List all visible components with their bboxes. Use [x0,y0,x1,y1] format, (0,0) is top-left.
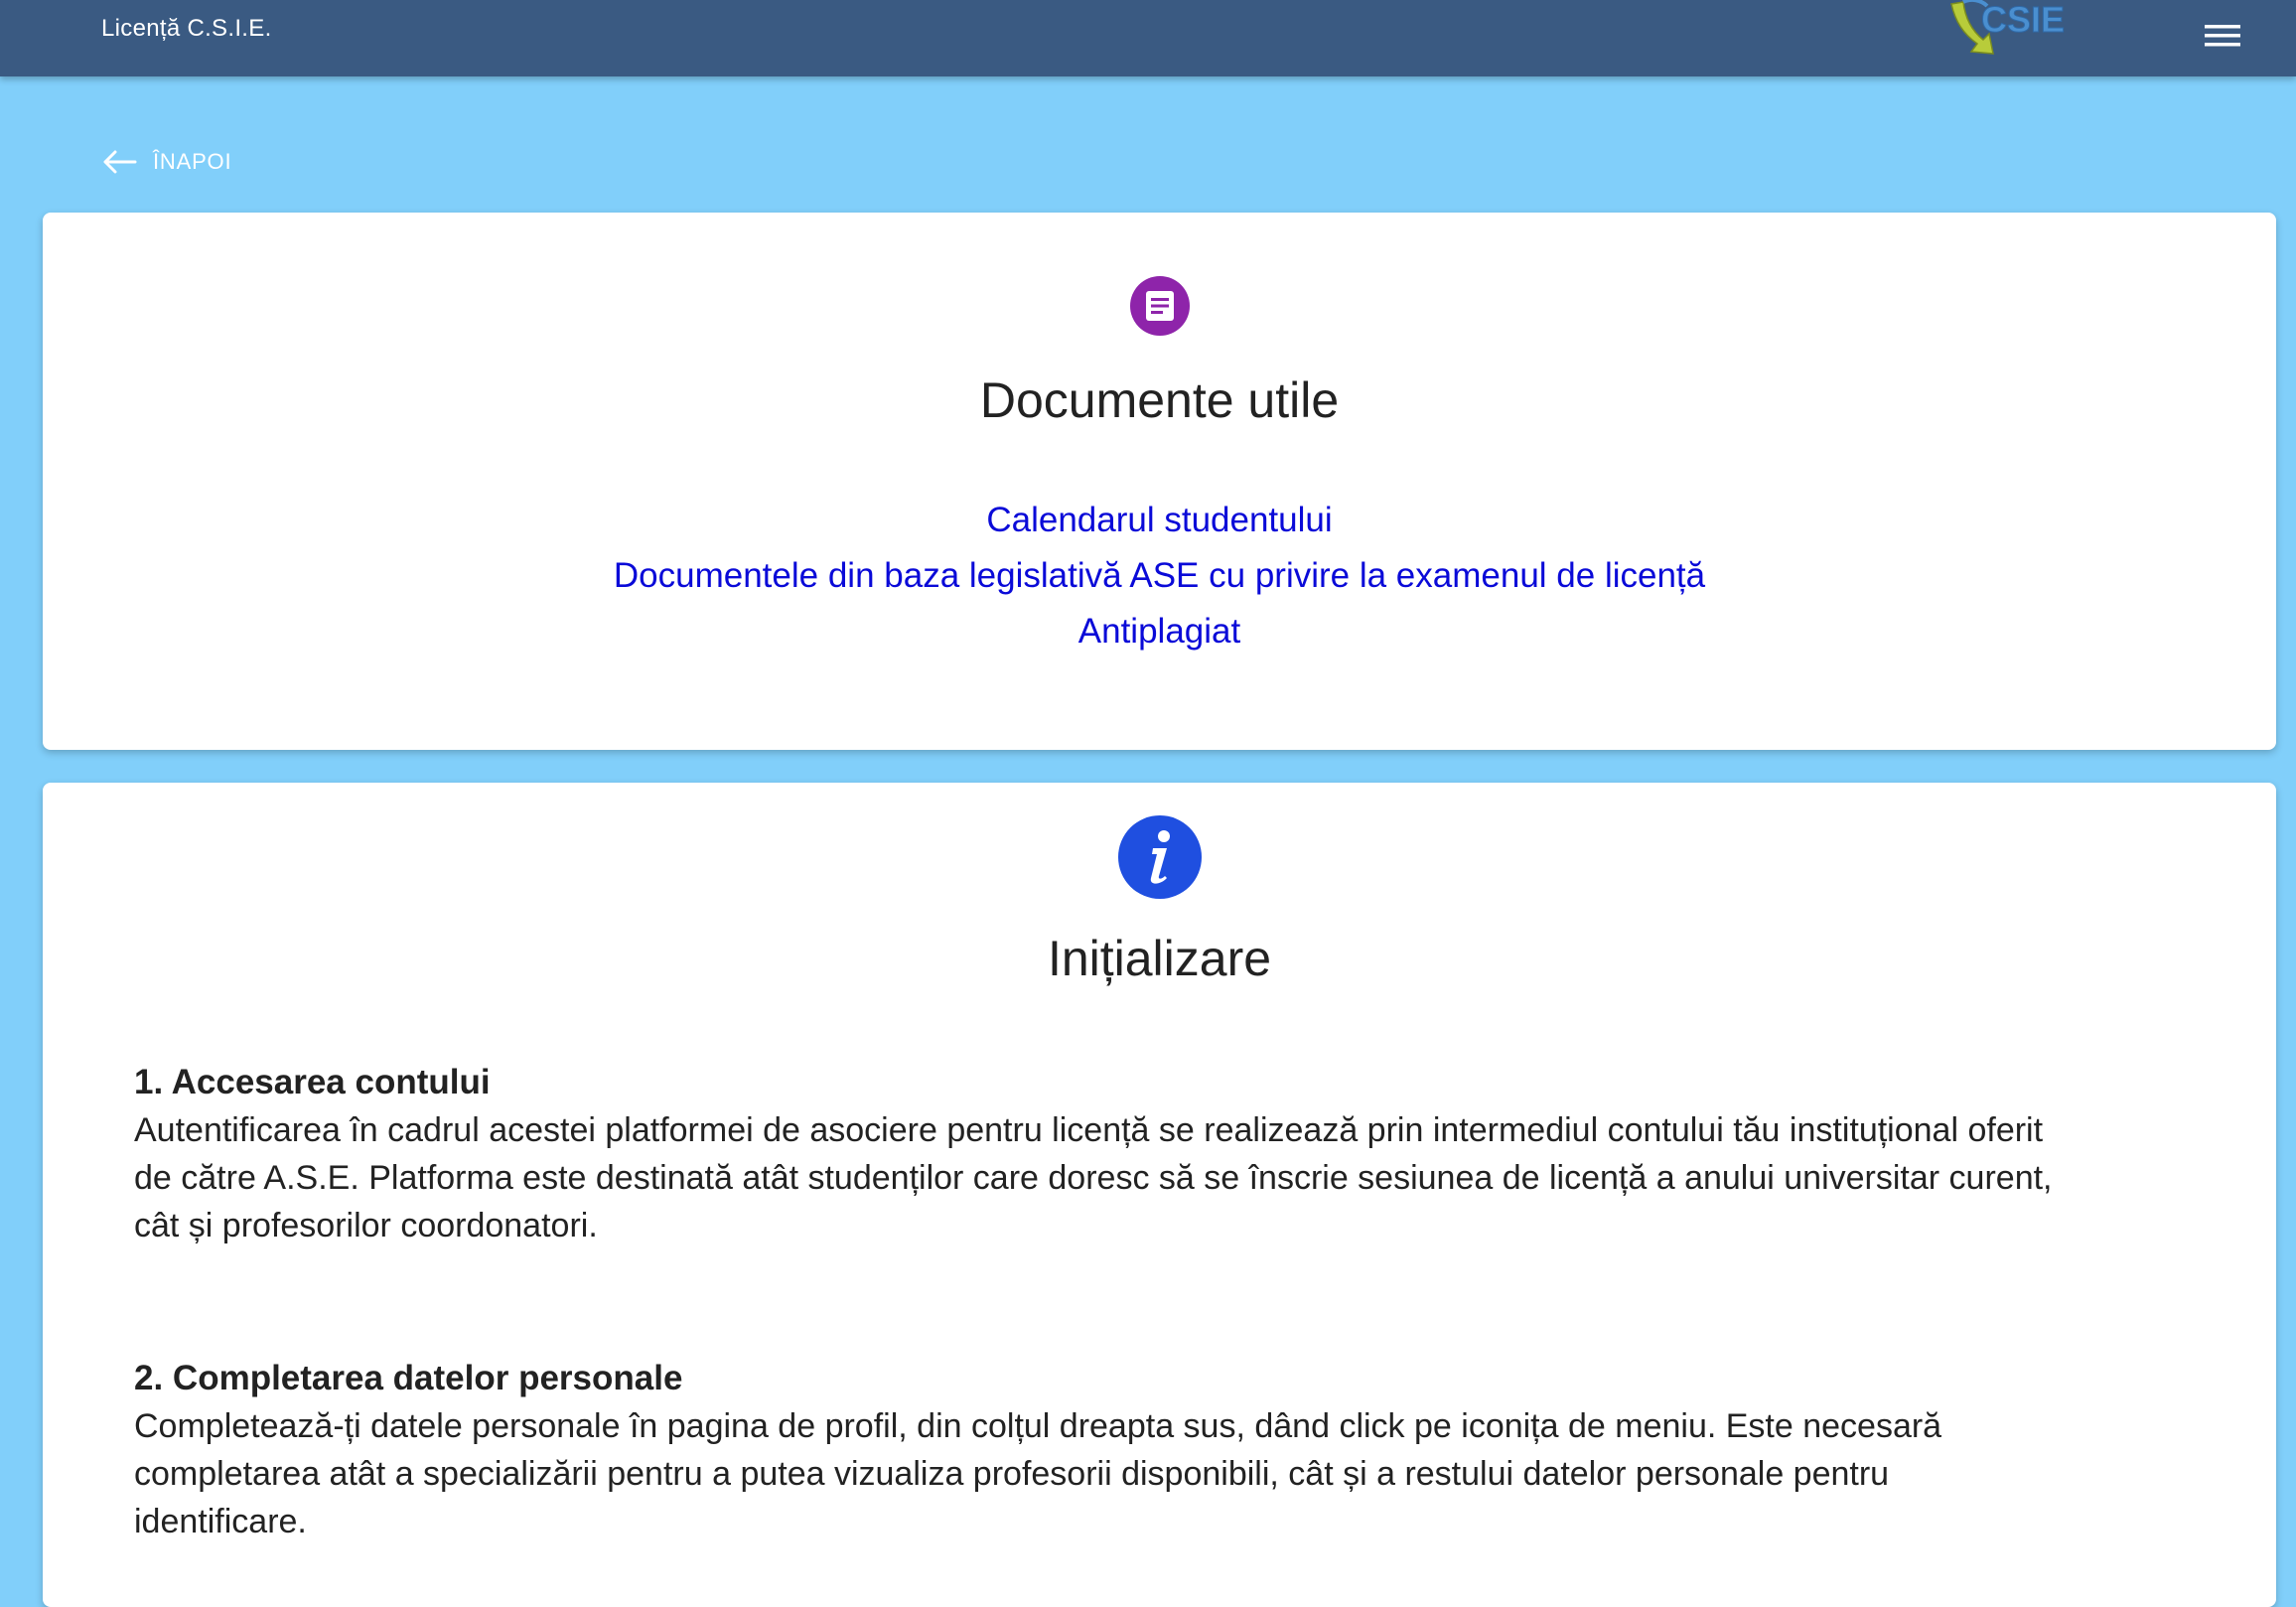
section-text-line: completarea atât a specializării pentru … [134,1455,1890,1493]
top-app-bar: Licență C.S.I.E. CSIE [0,0,2296,76]
initializare-title: Inițializare [1047,931,1272,986]
initializare-card: Inițializare 1. Accesarea contului Auten… [43,783,2276,1607]
info-icon [1117,814,1203,905]
document-icon [1129,275,1191,342]
section-accesarea-contului: 1. Accesarea contului Autentificarea în … [134,1059,2239,1249]
back-label: ÎNAPOI [153,149,232,174]
section-text-line: cât și profesorilor coordonatori. [134,1207,598,1244]
back-button[interactable]: ÎNAPOI [101,142,231,182]
section-text-line: identificare. [134,1503,307,1540]
section-text-line: de către A.S.E. Platforma este destinată… [134,1159,2053,1197]
arrow-left-icon [101,150,137,174]
app-title: Licență C.S.I.E. [101,15,272,42]
logo-text: CSIE [1981,0,2065,40]
hamburger-menu-icon[interactable] [2195,10,2250,62]
csie-logo[interactable]: CSIE [1941,0,2100,64]
link-antiplagiat[interactable]: Antiplagiat [43,604,2276,659]
documents-title: Documente utile [979,372,1340,428]
section-heading: 1. Accesarea contului [134,1063,491,1101]
section-heading: 2. Completarea datelor personale [134,1359,683,1397]
section-text-line: Autentificarea în cadrul acestei platfor… [134,1111,2044,1149]
documents-card: Documente utile Calendarul studentului D… [43,213,2276,750]
link-documente-legislative[interactable]: Documentele din baza legislativă ASE cu … [43,548,2276,604]
documents-link-list: Calendarul studentului Documentele din b… [43,493,2276,659]
section-completarea-datelor: 2. Completarea datelor personale Complet… [134,1355,2239,1545]
section-text-line: Completează-ți datele personale în pagin… [134,1407,1942,1445]
link-calendarul-studentului[interactable]: Calendarul studentului [43,493,2276,548]
